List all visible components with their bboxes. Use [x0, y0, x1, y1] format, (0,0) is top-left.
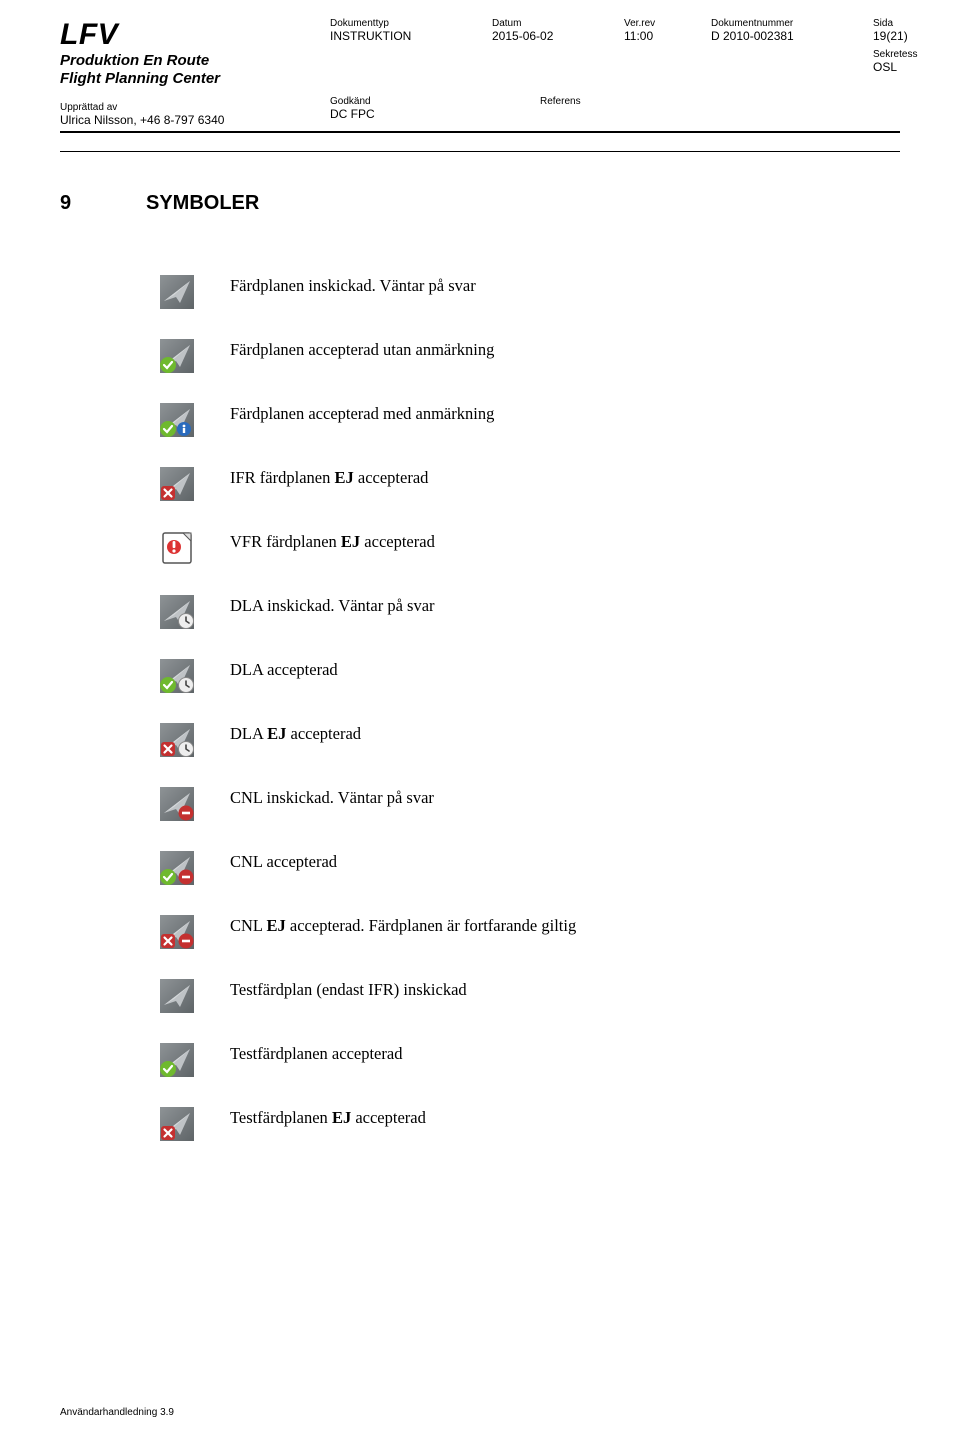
section-title: SYMBOLER [146, 192, 259, 215]
symbol-row: CNL EJ accepterad. Färdplanen är fortfar… [160, 915, 900, 949]
symbol-text: DLA EJ accepterad [230, 723, 361, 745]
symbol-row: CNL inskickad. Väntar på svar [160, 787, 900, 821]
symbol-text: IFR färdplanen EJ accepterad [230, 467, 428, 489]
symbol-text: Färdplanen accepterad utan anmärkning [230, 339, 494, 361]
symbol-row: DLA inskickad. Väntar på svar [160, 595, 900, 629]
symbol-icon [160, 787, 196, 821]
section-number: 9 [60, 192, 96, 215]
docnum-label: Dokumentnummer [711, 18, 841, 29]
symbol-icon [160, 531, 196, 565]
symbol-row: IFR färdplanen EJ accepterad [160, 467, 900, 501]
symbol-icon [160, 659, 196, 693]
symbol-icon [160, 915, 196, 949]
sekretess-label: Sekretess [873, 49, 928, 60]
symbol-row: Färdplanen inskickad. Väntar på svar [160, 275, 900, 309]
symbol-text: CNL EJ accepterad. Färdplanen är fortfar… [230, 915, 576, 937]
symbol-icon [160, 1107, 196, 1141]
symbol-icon [160, 1043, 196, 1077]
symbol-row: DLA EJ accepterad [160, 723, 900, 757]
approved-label: Godkänd [330, 96, 480, 107]
symbol-row: Testfärdplanen EJ accepterad [160, 1107, 900, 1141]
ver-value: 11:00 [624, 29, 679, 43]
author-value: Ulrica Nilsson, +46 8-797 6340 [60, 113, 310, 127]
brand-title: LFV [60, 18, 310, 52]
author-label: Upprättad av [60, 102, 310, 113]
doctype-value: INSTRUKTION [330, 29, 460, 43]
brand-sub1: Produktion En Route [60, 52, 310, 70]
symbol-row: Färdplanen accepterad med anmärkning [160, 403, 900, 437]
date-value: 2015-06-02 [492, 29, 592, 43]
docnum-value: D 2010-002381 [711, 29, 841, 43]
symbol-row: Testfärdplan (endast IFR) inskickad [160, 979, 900, 1013]
ver-label: Ver.rev [624, 18, 679, 29]
symbol-text: Testfärdplanen EJ accepterad [230, 1107, 426, 1129]
symbol-text: DLA accepterad [230, 659, 338, 681]
symbol-text: CNL accepterad [230, 851, 337, 873]
symbol-text: Färdplanen accepterad med anmärkning [230, 403, 494, 425]
page-label: Sida [873, 18, 928, 29]
symbol-row: CNL accepterad [160, 851, 900, 885]
symbol-icon [160, 723, 196, 757]
approved-value: DC FPC [330, 107, 480, 121]
symbol-text: Färdplanen inskickad. Väntar på svar [230, 275, 476, 297]
symbol-icon [160, 403, 196, 437]
reference-label: Referens [540, 96, 690, 107]
symbol-icon [160, 979, 196, 1013]
symbol-text: DLA inskickad. Väntar på svar [230, 595, 435, 617]
sekretess-value: OSL [873, 60, 928, 74]
symbol-text: Testfärdplan (endast IFR) inskickad [230, 979, 467, 1001]
symbol-icon [160, 467, 196, 501]
symbol-text: Testfärdplanen accepterad [230, 1043, 402, 1065]
symbol-row: VFR färdplanen EJ accepterad [160, 531, 900, 565]
page-value: 19(21) [873, 29, 928, 43]
divider-thin [60, 151, 900, 152]
footer-text: Användarhandledning 3.9 [60, 1407, 174, 1418]
symbol-icon [160, 851, 196, 885]
brand-sub2: Flight Planning Center [60, 70, 310, 88]
doctype-label: Dokumenttyp [330, 18, 460, 29]
symbol-row: Testfärdplanen accepterad [160, 1043, 900, 1077]
symbol-row: Färdplanen accepterad utan anmärkning [160, 339, 900, 373]
symbol-text: CNL inskickad. Väntar på svar [230, 787, 434, 809]
symbol-icon [160, 275, 196, 309]
symbol-icon [160, 595, 196, 629]
divider-thick [60, 131, 900, 133]
symbol-row: DLA accepterad [160, 659, 900, 693]
symbol-text: VFR färdplanen EJ accepterad [230, 531, 435, 553]
date-label: Datum [492, 18, 592, 29]
symbol-icon [160, 339, 196, 373]
